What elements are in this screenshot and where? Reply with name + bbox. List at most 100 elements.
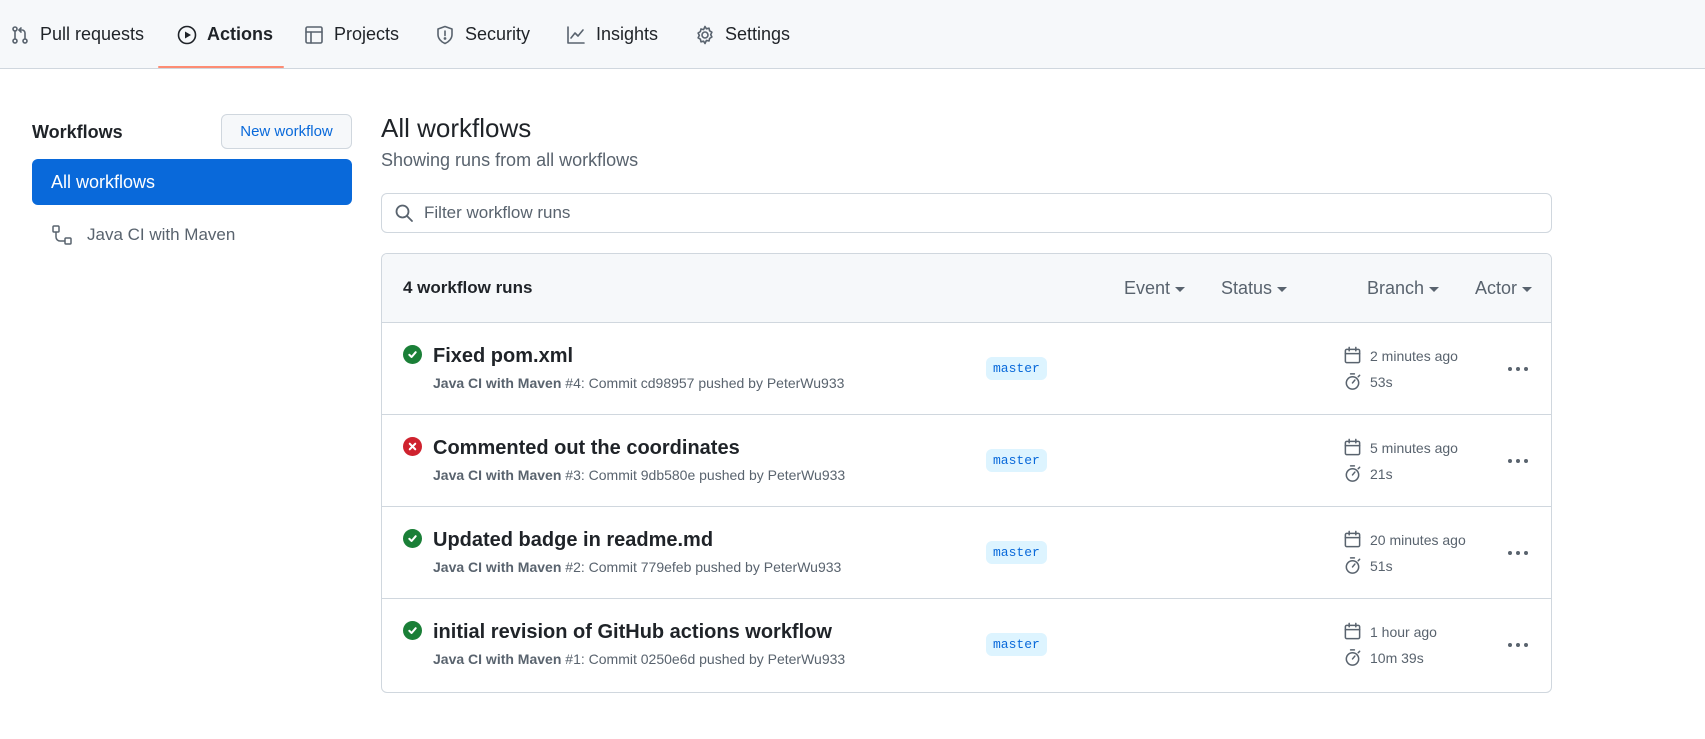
tab-insights[interactable]: Insights — [566, 0, 658, 69]
new-workflow-button[interactable]: New workflow — [221, 114, 352, 149]
run-ref: #3: Commit 9db580e pushed by PeterWu933 — [565, 467, 846, 483]
stopwatch-icon — [1345, 557, 1361, 574]
caret-down-icon — [1429, 287, 1440, 292]
run-meta: Java CI with Maven #3: Commit 9db580e pu… — [433, 467, 845, 483]
workflow-run-row[interactable]: Updated badge in readme.md Java CI with … — [382, 507, 1551, 599]
page-title: All workflows — [381, 113, 532, 143]
check-circle-icon — [403, 345, 422, 364]
page-subtitle: Showing runs from all workflows — [381, 150, 639, 170]
run-ref: #4: Commit cd98957 pushed by PeterWu933 — [565, 375, 845, 391]
workflows-heading: Workflows — [32, 122, 123, 142]
runs-header: 4 workflow runs Event Status Branch Acto… — [382, 254, 1551, 323]
branch-label[interactable]: master — [986, 541, 1047, 564]
calendar-icon — [1344, 530, 1361, 548]
sidebar-item-java-ci-with-maven[interactable]: Java CI with Maven — [32, 214, 352, 256]
tab-settings[interactable]: Settings — [695, 0, 790, 69]
tab-insights-label: Insights — [596, 24, 659, 44]
kebab-horizontal-icon[interactable] — [1503, 357, 1533, 381]
filter-runs-field[interactable] — [381, 193, 1552, 233]
kebab-horizontal-icon[interactable] — [1503, 541, 1533, 565]
calendar-icon — [1344, 346, 1361, 364]
run-title-link[interactable]: Fixed pom.xml — [433, 345, 573, 368]
run-duration: 21s — [1343, 464, 1393, 483]
duration-text: 53s — [1370, 373, 1393, 390]
run-duration: 51s — [1343, 556, 1393, 575]
graph-icon — [567, 25, 585, 44]
duration-text: 51s — [1370, 557, 1393, 574]
status-filter-label: Status — [1221, 278, 1273, 298]
run-time-ago: 20 minutes ago — [1343, 530, 1466, 549]
check-circle-icon — [403, 621, 422, 640]
run-time-ago: 5 minutes ago — [1343, 438, 1458, 457]
stopwatch-icon — [1345, 649, 1361, 666]
table-icon — [305, 25, 323, 44]
sidebar-item-label: All workflows — [51, 171, 156, 192]
shield-icon — [437, 25, 453, 44]
runs-count: 4 workflow runs — [403, 278, 533, 297]
play-icon — [177, 25, 197, 44]
kebab-horizontal-icon[interactable] — [1503, 449, 1533, 473]
repo-nav: Pull requests Actions Projects Security … — [0, 0, 1705, 69]
workflow-run-row[interactable]: Commented out the coordinates Java CI wi… — [382, 415, 1551, 507]
workflow-run-row[interactable]: Fixed pom.xml Java CI with Maven #4: Com… — [382, 323, 1551, 415]
kebab-horizontal-icon[interactable] — [1503, 633, 1533, 657]
run-duration: 10m 39s — [1343, 648, 1424, 667]
tab-projects-label: Projects — [334, 24, 400, 44]
search-icon — [395, 204, 413, 222]
event-filter-label: Event — [1124, 278, 1171, 298]
branch-filter-dropdown[interactable]: Branch — [1367, 278, 1440, 299]
tab-security[interactable]: Security — [435, 0, 530, 69]
run-ref: #2: Commit 779efeb pushed by PeterWu933 — [565, 559, 842, 575]
run-workflow-name: Java CI with Maven — [433, 559, 562, 575]
status-filter-dropdown[interactable]: Status — [1221, 278, 1288, 299]
branch-label[interactable]: master — [986, 357, 1047, 380]
caret-down-icon — [1175, 287, 1186, 292]
caret-down-icon — [1277, 287, 1288, 292]
run-title-link[interactable]: Commented out the coordinates — [433, 437, 740, 460]
gear-icon — [697, 25, 713, 44]
tab-settings-label: Settings — [725, 24, 791, 44]
duration-text: 21s — [1370, 465, 1393, 482]
actor-filter-label: Actor — [1475, 278, 1518, 298]
tab-security-label: Security — [465, 24, 531, 44]
stopwatch-icon — [1345, 373, 1361, 390]
workflow-run-row[interactable]: initial revision of GitHub actions workf… — [382, 599, 1551, 691]
tab-actions[interactable]: Actions — [177, 0, 273, 69]
run-duration: 53s — [1343, 372, 1393, 391]
sidebar-item-all-workflows[interactable]: All workflows — [32, 159, 352, 205]
run-workflow-name: Java CI with Maven — [433, 651, 562, 667]
active-tab-underline — [158, 66, 284, 68]
run-workflow-name: Java CI with Maven — [433, 467, 562, 483]
filter-runs-input[interactable] — [424, 203, 1524, 223]
time-ago-text: 2 minutes ago — [1370, 347, 1458, 364]
sidebar-item-label: Java CI with Maven — [87, 225, 236, 244]
caret-down-icon — [1522, 287, 1533, 292]
workflow-icon — [52, 225, 72, 245]
tab-pull-requests-label: Pull requests — [40, 24, 145, 44]
tab-projects[interactable]: Projects — [304, 0, 399, 69]
branch-label[interactable]: master — [986, 633, 1047, 656]
run-time-ago: 1 hour ago — [1343, 622, 1437, 641]
run-meta: Java CI with Maven #1: Commit 0250e6d pu… — [433, 651, 845, 667]
stopwatch-icon — [1345, 465, 1361, 482]
run-ref: #1: Commit 0250e6d pushed by PeterWu933 — [565, 651, 846, 667]
time-ago-text: 1 hour ago — [1370, 623, 1437, 640]
time-ago-text: 20 minutes ago — [1370, 531, 1466, 548]
x-circle-icon — [403, 437, 422, 456]
calendar-icon — [1344, 622, 1361, 640]
check-circle-icon — [403, 529, 422, 548]
duration-text: 10m 39s — [1370, 649, 1424, 666]
calendar-icon — [1344, 438, 1361, 456]
run-title-link[interactable]: initial revision of GitHub actions workf… — [433, 621, 832, 644]
pull-request-icon — [12, 25, 28, 44]
event-filter-dropdown[interactable]: Event — [1124, 278, 1186, 299]
run-workflow-name: Java CI with Maven — [433, 375, 562, 391]
run-meta: Java CI with Maven #2: Commit 779efeb pu… — [433, 559, 841, 575]
actor-filter-dropdown[interactable]: Actor — [1475, 278, 1533, 299]
branch-filter-label: Branch — [1367, 278, 1425, 298]
tab-pull-requests[interactable]: Pull requests — [10, 0, 144, 69]
run-title-link[interactable]: Updated badge in readme.md — [433, 529, 713, 552]
run-time-ago: 2 minutes ago — [1343, 346, 1458, 365]
run-meta: Java CI with Maven #4: Commit cd98957 pu… — [433, 375, 844, 391]
branch-label[interactable]: master — [986, 449, 1047, 472]
